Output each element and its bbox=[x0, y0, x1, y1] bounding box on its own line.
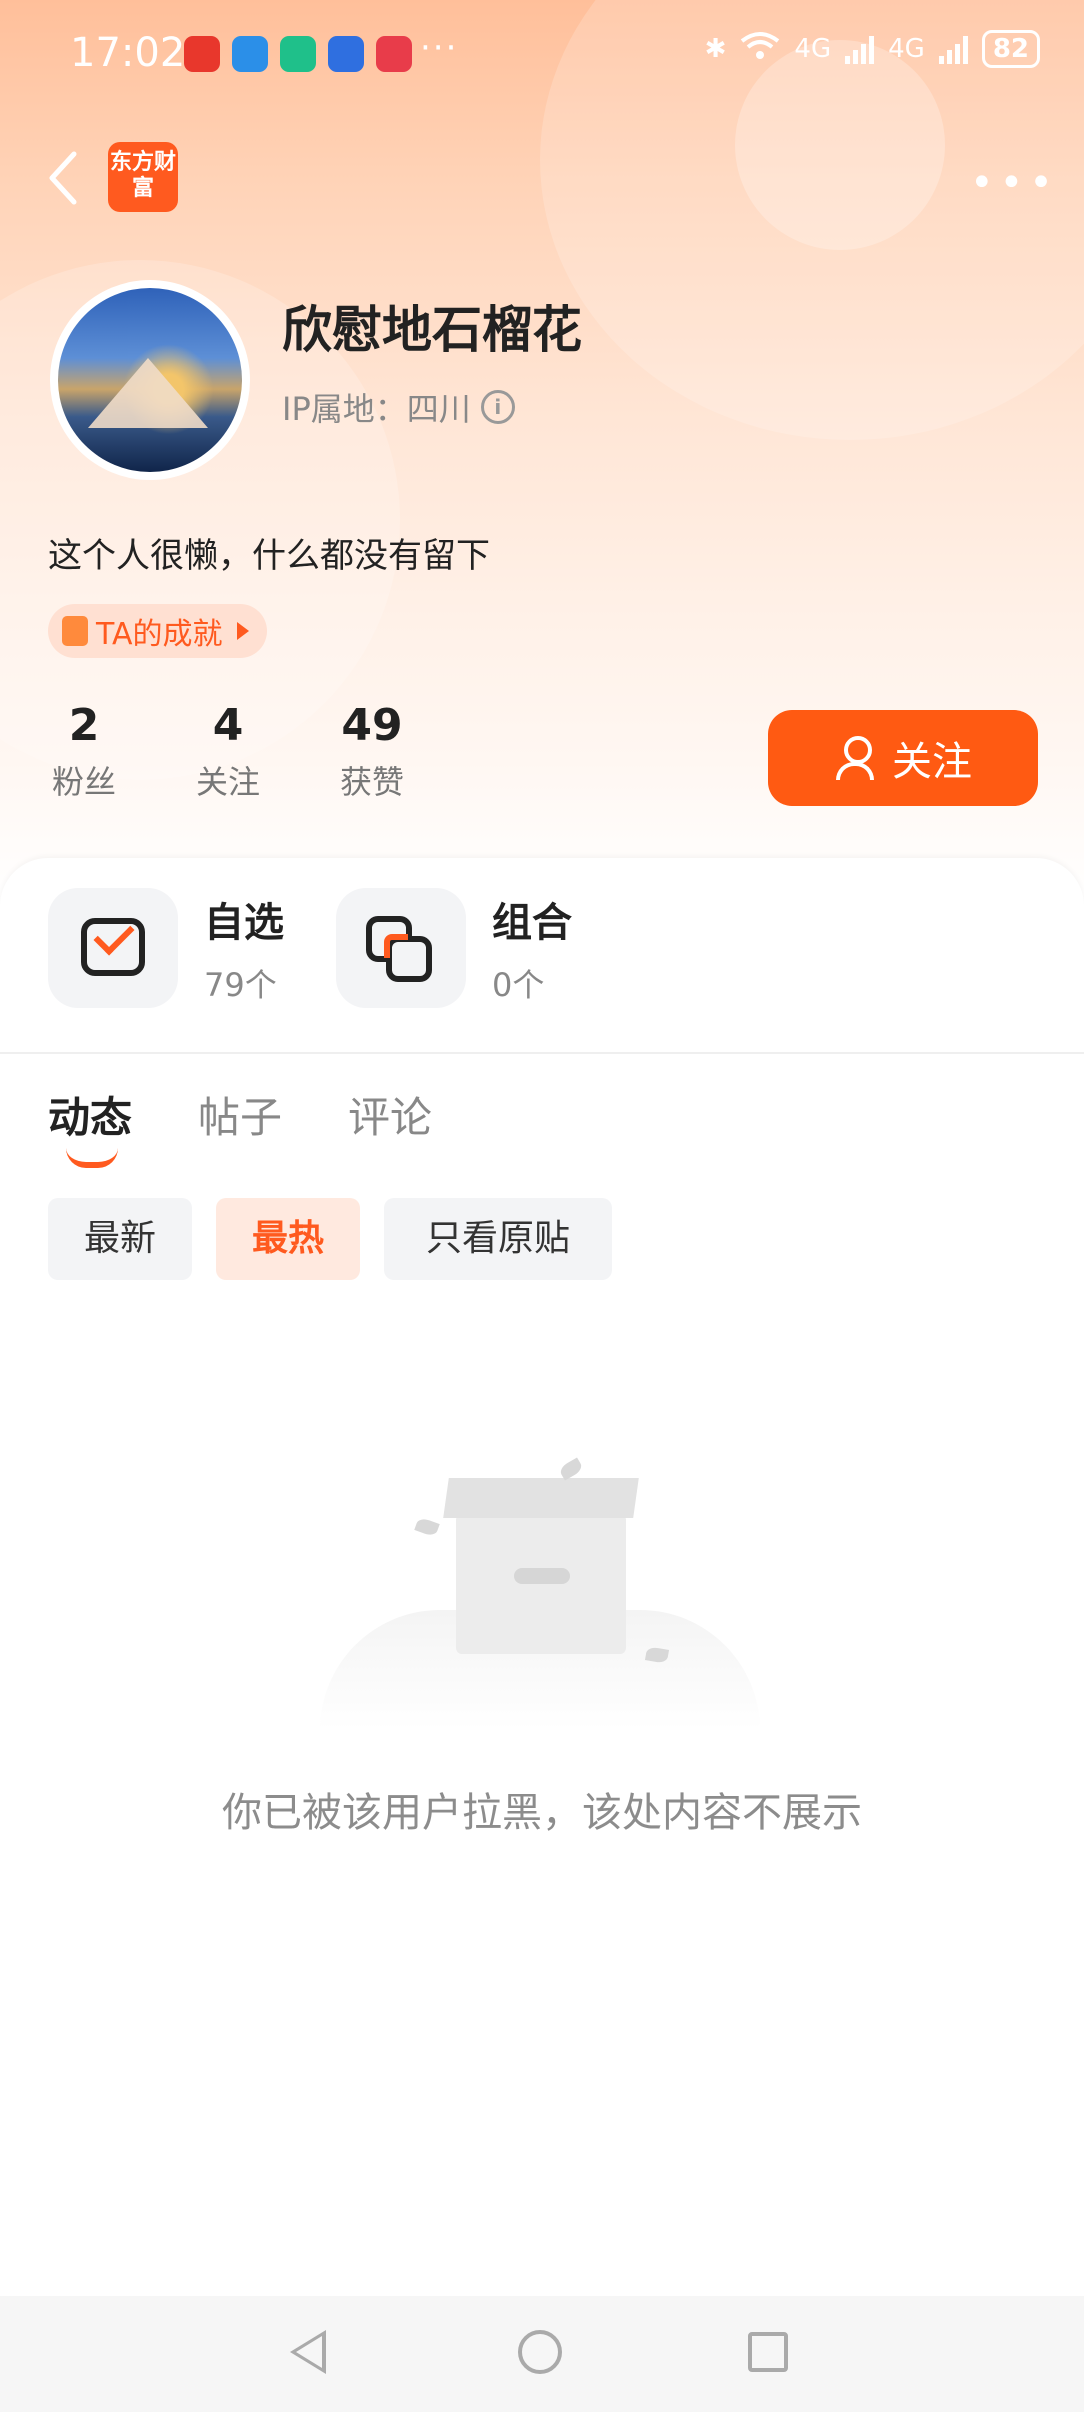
portfolio-tile[interactable]: 组合 0个 bbox=[336, 888, 572, 1008]
watchlist-tile[interactable]: 自选 79个 bbox=[48, 888, 284, 1008]
bluetooth-icon: ✱ bbox=[704, 34, 727, 64]
ip-location-label: IP属地：四川 bbox=[282, 390, 471, 428]
filter-hot[interactable]: 最热 bbox=[216, 1198, 360, 1280]
network-type-label: 4G bbox=[794, 34, 832, 64]
filter-original-only[interactable]: 只看原贴 bbox=[384, 1198, 612, 1280]
triangle-right-icon bbox=[236, 622, 249, 640]
signal-strength-icon bbox=[845, 34, 875, 64]
empty-box-icon bbox=[456, 1514, 626, 1654]
tile-title: 自选 bbox=[204, 900, 284, 946]
more-notifications-icon: ··· bbox=[420, 28, 459, 68]
status-time: 17:02 bbox=[70, 30, 186, 76]
username: 欣慰地石榴花 bbox=[282, 301, 582, 359]
more-horizontal-icon: ••• bbox=[970, 160, 1059, 206]
tile-count: 79个 bbox=[204, 966, 277, 1004]
battery-level: 82 bbox=[981, 30, 1040, 68]
app-logo: 东方财富 bbox=[108, 142, 178, 212]
avatar-image bbox=[58, 288, 242, 472]
notification-icons bbox=[184, 36, 412, 72]
app-notification-icon bbox=[328, 36, 364, 72]
user-bio: 这个人很懒，什么都没有留下 bbox=[48, 536, 490, 576]
portfolio-icon bbox=[336, 888, 466, 1008]
nav-recents-button[interactable] bbox=[748, 2332, 788, 2372]
stat-label: 关注 bbox=[195, 763, 260, 801]
stat-value: 49 bbox=[341, 700, 403, 751]
filter-latest[interactable]: 最新 bbox=[48, 1198, 192, 1280]
app-notification-icon bbox=[280, 36, 316, 72]
divider bbox=[0, 1052, 1084, 1054]
tile-count: 0个 bbox=[492, 966, 545, 1004]
tab-posts[interactable]: 帖子 bbox=[198, 1084, 282, 1145]
info-icon[interactable]: i bbox=[480, 390, 515, 424]
achievements-label: TA的成就 bbox=[96, 617, 223, 652]
tab-activity[interactable]: 动态 bbox=[48, 1084, 132, 1145]
follow-button-label: 关注 bbox=[892, 739, 972, 785]
chevron-left-icon bbox=[49, 151, 77, 205]
status-right: ✱ 4G 4G 82 bbox=[705, 30, 1040, 68]
stat-following[interactable]: 4 关注 bbox=[178, 700, 278, 803]
tile-title: 组合 bbox=[492, 900, 572, 946]
nav-home-button[interactable] bbox=[518, 2330, 562, 2374]
stat-value: 4 bbox=[212, 700, 244, 751]
achievements-button[interactable]: TA的成就 bbox=[48, 604, 267, 658]
stat-followers[interactable]: 2 粉丝 bbox=[34, 700, 134, 803]
more-options-button[interactable]: ••• bbox=[970, 160, 1059, 206]
network-type-label: 4G bbox=[888, 34, 925, 64]
signal-strength-icon bbox=[938, 34, 968, 64]
follow-button[interactable]: 关注 bbox=[768, 710, 1038, 806]
add-person-icon bbox=[834, 736, 878, 780]
lock-icon bbox=[62, 616, 88, 646]
stat-likes[interactable]: 49 获赞 bbox=[322, 700, 422, 803]
status-bar: 17:02 ··· ✱ 4G 4G 82 bbox=[0, 0, 1084, 110]
nav-back-button[interactable] bbox=[290, 2330, 326, 2374]
stat-value: 2 bbox=[68, 700, 100, 751]
ip-location: IP属地：四川 i bbox=[282, 384, 515, 430]
tab-comments[interactable]: 评论 bbox=[348, 1084, 432, 1145]
empty-state-message: 你已被该用户拉黑，该处内容不展示 bbox=[222, 1790, 862, 1836]
app-notification-icon bbox=[184, 36, 220, 72]
avatar[interactable] bbox=[50, 280, 250, 480]
stat-label: 获赞 bbox=[339, 763, 404, 801]
back-button[interactable] bbox=[44, 150, 84, 206]
app-notification-icon bbox=[232, 36, 268, 72]
watchlist-icon bbox=[48, 888, 178, 1008]
app-notification-icon bbox=[376, 36, 412, 72]
wifi-icon bbox=[740, 31, 780, 68]
stat-label: 粉丝 bbox=[51, 763, 116, 801]
